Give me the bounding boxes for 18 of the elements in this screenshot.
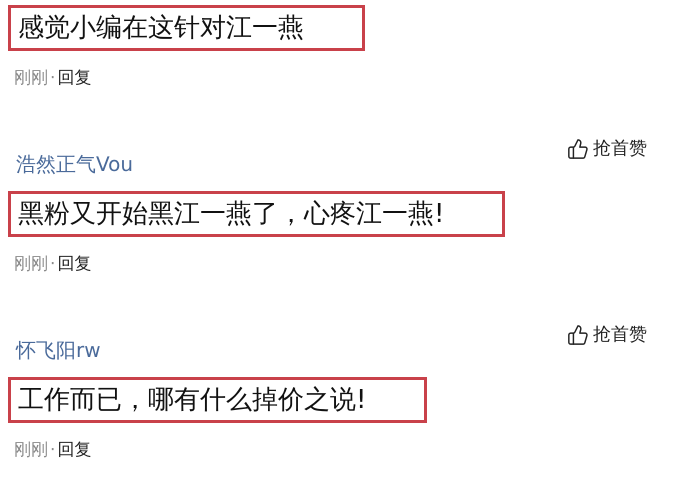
thumbs-up-icon [567, 138, 589, 160]
reply-link[interactable]: 回复 [57, 253, 92, 275]
like-button[interactable]: 抢首赞 [567, 323, 647, 347]
thumbs-up-icon [567, 324, 589, 346]
separator: · [50, 439, 56, 461]
reply-link[interactable]: 回复 [57, 67, 92, 89]
like-button[interactable]: 抢首赞 [567, 137, 647, 161]
highlighted-comment: 黑粉又开始黑江一燕了，心疼江一燕! [8, 191, 506, 237]
timestamp: 刚刚 [14, 67, 48, 89]
reply-link[interactable]: 回复 [57, 439, 92, 461]
separator: · [50, 253, 56, 275]
username[interactable]: 怀飞阳rw [16, 337, 101, 363]
username[interactable]: 浩然正气Vou [16, 151, 134, 177]
highlighted-comment: 工作而已，哪有什么掉价之说! [8, 377, 428, 423]
timestamp: 刚刚 [14, 439, 48, 461]
highlighted-comment: 感觉小编在这针对江一燕 [8, 5, 365, 51]
timestamp: 刚刚 [14, 253, 48, 275]
separator: · [50, 67, 56, 89]
